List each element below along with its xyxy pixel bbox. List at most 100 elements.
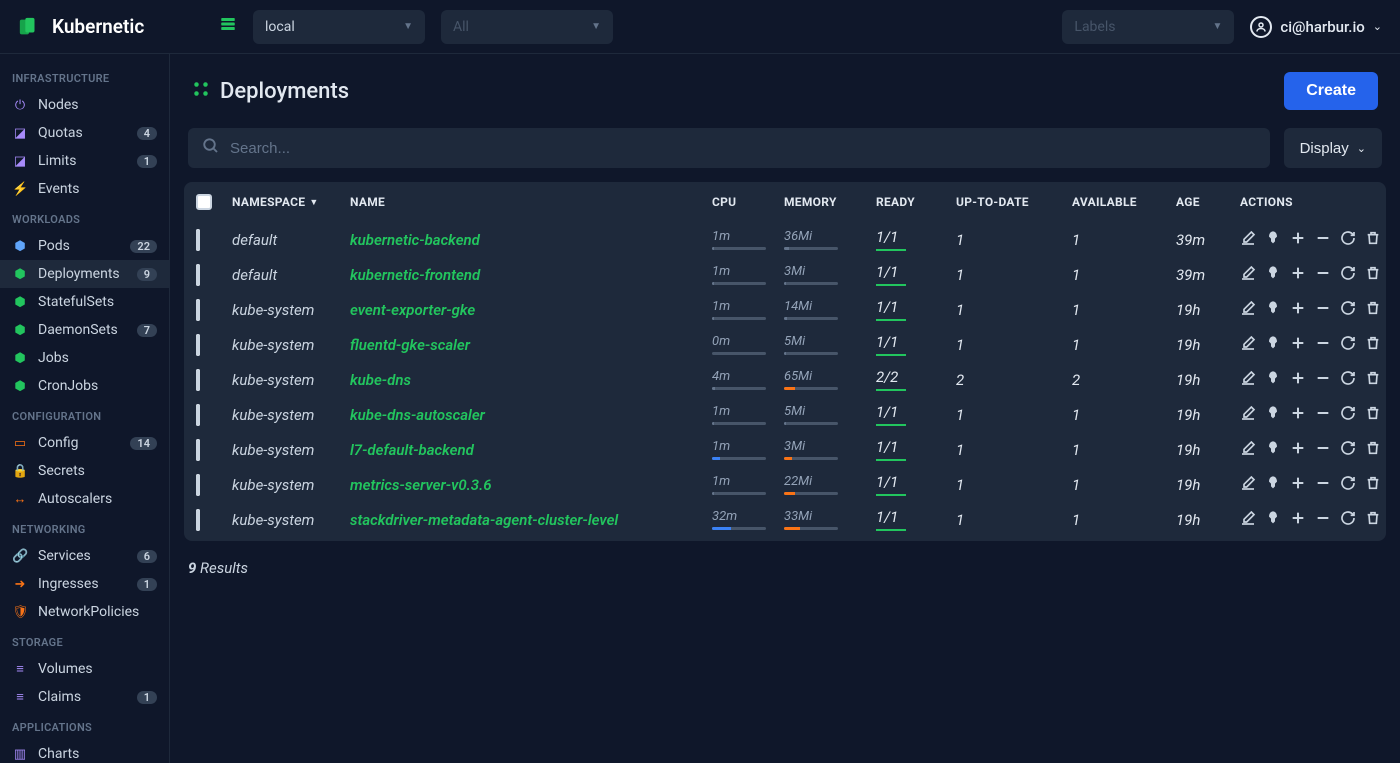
row-checkbox[interactable] bbox=[196, 439, 200, 461]
plus-icon[interactable] bbox=[1290, 440, 1306, 460]
plus-icon[interactable] bbox=[1290, 370, 1306, 390]
trash-icon[interactable] bbox=[1365, 440, 1381, 460]
create-button[interactable]: Create bbox=[1284, 72, 1378, 110]
sidebar-item-pods[interactable]: ⬢Pods22 bbox=[0, 232, 169, 260]
col-memory[interactable]: MEMORY bbox=[784, 194, 876, 210]
cell-name[interactable]: kube-dns bbox=[350, 371, 712, 389]
edit-icon[interactable] bbox=[1240, 370, 1256, 390]
search-box[interactable] bbox=[188, 128, 1270, 168]
trash-icon[interactable] bbox=[1365, 510, 1381, 530]
rocket-icon[interactable] bbox=[1265, 510, 1281, 530]
minus-icon[interactable] bbox=[1315, 300, 1331, 320]
trash-icon[interactable] bbox=[1365, 265, 1381, 285]
rocket-icon[interactable] bbox=[1265, 265, 1281, 285]
cluster-icon[interactable] bbox=[219, 15, 237, 38]
namespace-dropdown[interactable]: All ▼ bbox=[441, 10, 613, 44]
labels-dropdown[interactable]: Labels ▼ bbox=[1062, 10, 1234, 44]
display-button[interactable]: Display ⌄ bbox=[1284, 128, 1382, 168]
search-input[interactable] bbox=[230, 140, 1256, 157]
minus-icon[interactable] bbox=[1315, 510, 1331, 530]
sidebar-item-autoscalers[interactable]: ↔Autoscalers bbox=[0, 485, 169, 513]
rocket-icon[interactable] bbox=[1265, 440, 1281, 460]
sidebar-item-config[interactable]: ▭Config14 bbox=[0, 429, 169, 457]
minus-icon[interactable] bbox=[1315, 440, 1331, 460]
sidebar-item-events[interactable]: ⚡Events bbox=[0, 175, 169, 203]
edit-icon[interactable] bbox=[1240, 335, 1256, 355]
plus-icon[interactable] bbox=[1290, 405, 1306, 425]
refresh-icon[interactable] bbox=[1340, 475, 1356, 495]
edit-icon[interactable] bbox=[1240, 230, 1256, 250]
trash-icon[interactable] bbox=[1365, 475, 1381, 495]
rocket-icon[interactable] bbox=[1265, 475, 1281, 495]
sidebar-item-cronjobs[interactable]: ⬢CronJobs bbox=[0, 372, 169, 400]
rocket-icon[interactable] bbox=[1265, 335, 1281, 355]
user-menu[interactable]: ci@harbur.io ⌄ bbox=[1250, 16, 1382, 38]
col-namespace[interactable]: NAMESPACE▼ bbox=[232, 194, 350, 210]
col-ready[interactable]: READY bbox=[876, 194, 956, 210]
plus-icon[interactable] bbox=[1290, 230, 1306, 250]
col-age[interactable]: AGE bbox=[1176, 194, 1240, 210]
rocket-icon[interactable] bbox=[1265, 300, 1281, 320]
row-checkbox[interactable] bbox=[196, 369, 200, 391]
edit-icon[interactable] bbox=[1240, 300, 1256, 320]
sidebar-item-charts[interactable]: ▥Charts bbox=[0, 740, 169, 763]
rocket-icon[interactable] bbox=[1265, 230, 1281, 250]
col-name[interactable]: NAME bbox=[350, 194, 712, 210]
cell-name[interactable]: l7-default-backend bbox=[350, 441, 712, 459]
sidebar-item-ingresses[interactable]: ➜Ingresses1 bbox=[0, 570, 169, 598]
sidebar-item-services[interactable]: 🔗Services6 bbox=[0, 542, 169, 570]
cell-name[interactable]: metrics-server-v0.3.6 bbox=[350, 476, 712, 494]
minus-icon[interactable] bbox=[1315, 230, 1331, 250]
col-cpu[interactable]: CPU bbox=[712, 194, 784, 210]
minus-icon[interactable] bbox=[1315, 370, 1331, 390]
refresh-icon[interactable] bbox=[1340, 370, 1356, 390]
sidebar-item-statefulsets[interactable]: ⬢StatefulSets bbox=[0, 288, 169, 316]
rocket-icon[interactable] bbox=[1265, 405, 1281, 425]
row-checkbox[interactable] bbox=[196, 229, 200, 251]
rocket-icon[interactable] bbox=[1265, 370, 1281, 390]
trash-icon[interactable] bbox=[1365, 405, 1381, 425]
trash-icon[interactable] bbox=[1365, 370, 1381, 390]
cell-name[interactable]: event-exporter-gke bbox=[350, 301, 712, 319]
minus-icon[interactable] bbox=[1315, 475, 1331, 495]
edit-icon[interactable] bbox=[1240, 475, 1256, 495]
refresh-icon[interactable] bbox=[1340, 265, 1356, 285]
sidebar-item-claims[interactable]: ≡Claims1 bbox=[0, 683, 169, 711]
refresh-icon[interactable] bbox=[1340, 440, 1356, 460]
row-checkbox[interactable] bbox=[196, 299, 200, 321]
refresh-icon[interactable] bbox=[1340, 300, 1356, 320]
cell-name[interactable]: fluentd-gke-scaler bbox=[350, 336, 712, 354]
edit-icon[interactable] bbox=[1240, 265, 1256, 285]
minus-icon[interactable] bbox=[1315, 405, 1331, 425]
plus-icon[interactable] bbox=[1290, 475, 1306, 495]
sidebar-item-volumes[interactable]: ≡Volumes bbox=[0, 655, 169, 683]
cell-name[interactable]: kubernetic-frontend bbox=[350, 266, 712, 284]
cell-name[interactable]: stackdriver-metadata-agent-cluster-level bbox=[350, 511, 712, 529]
select-all-checkbox[interactable] bbox=[196, 194, 212, 210]
cell-name[interactable]: kubernetic-backend bbox=[350, 231, 712, 249]
sidebar-item-deployments[interactable]: ⬢Deployments9 bbox=[0, 260, 169, 288]
refresh-icon[interactable] bbox=[1340, 405, 1356, 425]
row-checkbox[interactable] bbox=[196, 509, 200, 531]
edit-icon[interactable] bbox=[1240, 440, 1256, 460]
sidebar-item-daemonsets[interactable]: ⬢DaemonSets7 bbox=[0, 316, 169, 344]
plus-icon[interactable] bbox=[1290, 335, 1306, 355]
edit-icon[interactable] bbox=[1240, 510, 1256, 530]
trash-icon[interactable] bbox=[1365, 230, 1381, 250]
cell-name[interactable]: kube-dns-autoscaler bbox=[350, 406, 712, 424]
plus-icon[interactable] bbox=[1290, 510, 1306, 530]
trash-icon[interactable] bbox=[1365, 300, 1381, 320]
sidebar-item-secrets[interactable]: 🔒Secrets bbox=[0, 457, 169, 485]
plus-icon[interactable] bbox=[1290, 300, 1306, 320]
refresh-icon[interactable] bbox=[1340, 510, 1356, 530]
row-checkbox[interactable] bbox=[196, 474, 200, 496]
edit-icon[interactable] bbox=[1240, 405, 1256, 425]
trash-icon[interactable] bbox=[1365, 335, 1381, 355]
sidebar-item-limits[interactable]: ◪Limits1 bbox=[0, 147, 169, 175]
sidebar-item-quotas[interactable]: ◪Quotas4 bbox=[0, 119, 169, 147]
row-checkbox[interactable] bbox=[196, 334, 200, 356]
sidebar-item-nodes[interactable]: ⏻Nodes bbox=[0, 91, 169, 119]
col-available[interactable]: AVAILABLE bbox=[1072, 194, 1176, 210]
refresh-icon[interactable] bbox=[1340, 230, 1356, 250]
sidebar-item-jobs[interactable]: ⬢Jobs bbox=[0, 344, 169, 372]
